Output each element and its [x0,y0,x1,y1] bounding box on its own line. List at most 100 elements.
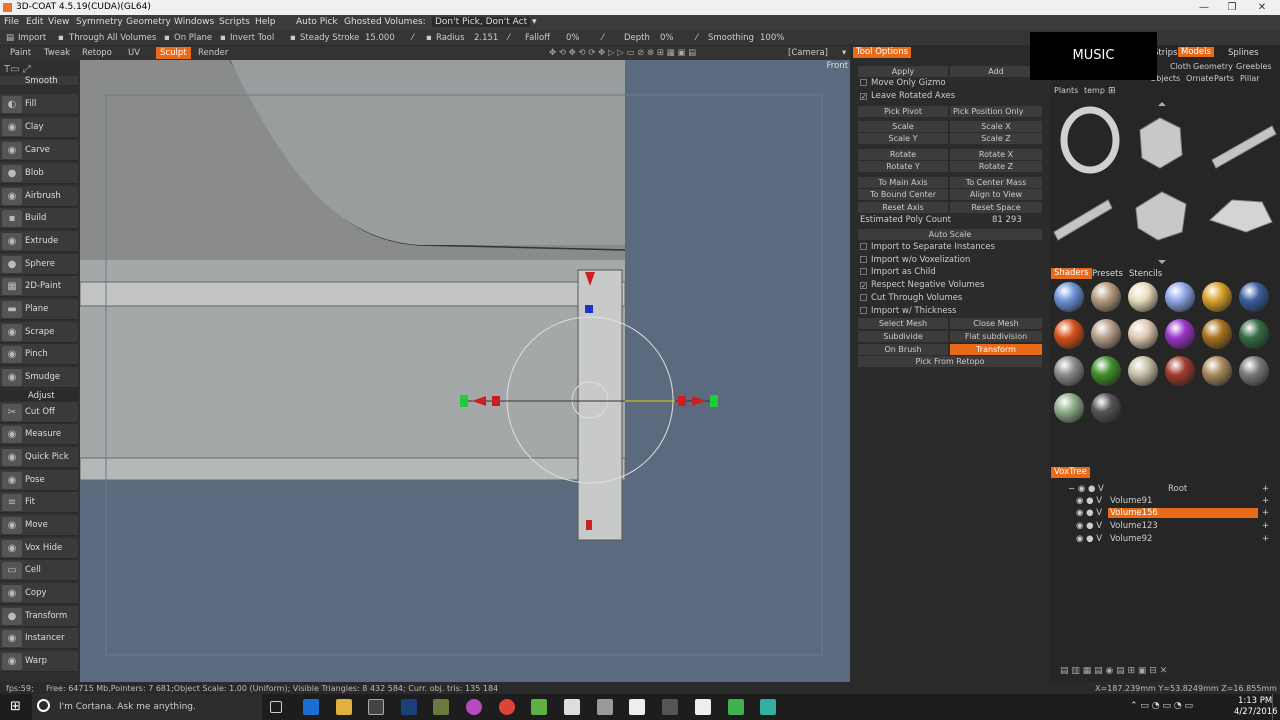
menu-edit[interactable]: Edit [26,17,43,27]
cortana-search-box[interactable]: I'm Cortana. Ask me anything. [32,694,262,720]
voxtree-item-volume91[interactable]: ◉ ● V Volume91 + [1068,496,1269,507]
app-icon-8[interactable] [760,699,776,715]
shader-swatch[interactable] [1165,282,1195,312]
lock-icon[interactable]: ▪ [426,33,432,43]
steady-stroke-value[interactable]: 15.000 [365,33,395,43]
rotate-button[interactable]: Rotate [858,149,948,160]
shader-swatch[interactable] [1091,393,1121,423]
menu-scripts[interactable]: Scripts [219,17,250,27]
system-tray-icons[interactable]: ⌃ ▭ ◔ ▭ ◔ ▭ [1130,701,1193,711]
shader-swatch[interactable] [1165,319,1195,349]
tool-quick-pick[interactable]: ◉ Quick Pick [0,447,78,468]
grid-icon[interactable]: ⊞ [1108,86,1116,96]
import-wo-vox-row[interactable]: Import w/o Voxelization [860,255,970,265]
3d-viewport[interactable]: Front [80,60,850,682]
tool-fit[interactable]: ≡ Fit [0,492,78,513]
ghost-mode-select[interactable]: Don't Pick, Don't Act [432,17,531,27]
tool-move[interactable]: ◉ Move [0,515,78,536]
room-retopo[interactable]: Retopo [78,47,116,59]
section-adjust[interactable]: Adjust [0,390,78,401]
itunes-icon[interactable] [466,699,482,715]
import-button[interactable]: Import [18,33,46,43]
app-icon-5[interactable] [662,699,678,715]
subtab-ornate[interactable]: Ornate [1186,74,1213,83]
radius-value[interactable]: 2.151 [474,33,498,43]
scale-z-button[interactable]: Scale Z [950,133,1042,144]
app-icon-6[interactable] [695,699,711,715]
show-desktop-button[interactable] [1272,694,1276,720]
rotate-x-button[interactable]: Rotate X [950,149,1042,160]
checkbox-checked-icon[interactable]: ✓ [860,93,867,101]
room-sculpt[interactable]: Sculpt [156,47,191,59]
menu-file[interactable]: File [4,17,19,27]
3dcoat-icon[interactable] [531,699,547,715]
tool-extrude[interactable]: ◉ Extrude [0,231,78,252]
flat-subdivision-button[interactable]: Flat subdivision [950,331,1042,342]
on-plane-checkbox[interactable]: ▪ [164,33,170,43]
subtab-greebles[interactable]: Greebles [1236,62,1272,71]
windows-start-icon[interactable]: ⊞ [10,699,21,714]
shader-swatch[interactable] [1239,319,1269,349]
voxtree-item-volume156[interactable]: ◉ ● V Volume156 + [1068,508,1269,519]
minimize-button[interactable]: — [1190,1,1218,14]
auto-scale-button[interactable]: Auto Scale [858,229,1042,240]
voxtree-row-icons[interactable]: − ◉ ● V [1068,484,1104,494]
voxtree-toolbar-icons[interactable]: ▤ ▥ ▦ ▤ ◉ ▤ ⊞ ▣ ⊟ ✕ [1060,666,1167,676]
room-tweak[interactable]: Tweak [40,47,74,59]
move-only-gizmo-row[interactable]: Move Only Gizmo [860,78,946,88]
import-as-child-row[interactable]: Import as Child [860,267,936,277]
subtab-geometry[interactable]: Geometry [1193,62,1233,71]
app-icon-3[interactable] [597,699,613,715]
scale-y-button[interactable]: Scale Y [858,133,948,144]
import-separate-row[interactable]: Import to Separate Instances [860,242,995,252]
tool-sphere[interactable]: ● Sphere [0,254,78,275]
tool-smooth[interactable]: Smooth [0,76,78,86]
edge-icon[interactable] [303,699,319,715]
tool-pinch[interactable]: ◉ Pinch [0,344,78,365]
shader-swatch[interactable] [1054,319,1084,349]
tool-header-icons[interactable]: T▭ ⤢ [4,64,31,75]
voxtree-item-volume123[interactable]: ◉ ● V Volume123 + [1068,521,1269,532]
tool-clay[interactable]: ◉ Clay [0,117,78,138]
checkbox-icon[interactable] [860,243,867,250]
voxtree-row-icons[interactable]: ◉ ● V [1076,508,1102,518]
voxtree-item-volume92[interactable]: ◉ ● V Volume92 + [1068,534,1269,545]
tool-build[interactable]: ▪ Build [0,208,78,229]
on-brush-button[interactable]: On Brush [858,344,948,355]
room-paint[interactable]: Paint [6,47,35,59]
depth-value[interactable]: 0% [660,33,674,43]
pick-from-retopo-button[interactable]: Pick From Retopo [858,356,1042,367]
add-icon[interactable]: + [1262,508,1269,518]
subtab-plants[interactable]: Plants [1054,86,1078,95]
tool-options-tab[interactable]: Tool Options [853,47,912,58]
reset-space-button[interactable]: Reset Space [950,202,1042,213]
scale-x-button[interactable]: Scale X [950,121,1042,132]
shader-swatch[interactable] [1054,393,1084,423]
menu-view[interactable]: View [48,17,69,27]
checkbox-icon[interactable] [860,256,867,263]
to-main-axis-button[interactable]: To Main Axis [858,177,948,188]
shader-swatch[interactable] [1091,356,1121,386]
leave-rotated-axes-row[interactable]: ✓ Leave Rotated Axes [860,91,955,101]
tool-scrape[interactable]: ◉ Scrape [0,322,78,343]
cut-through-row[interactable]: Cut Through Volumes [860,293,962,303]
tool-plane[interactable]: ▬ Plane [0,299,78,320]
shader-swatch[interactable] [1239,356,1269,386]
task-view-icon[interactable] [270,701,282,713]
voxtree-row-icons[interactable]: ◉ ● V [1076,534,1102,544]
app-icon-4[interactable] [629,699,645,715]
checkbox-icon[interactable] [860,79,867,86]
view-navigation-icons[interactable]: ✥ ⟲ ✥ ⟲ ⟳ ✥ ▷ ▷ ▭ ⊘ ⊗ ⊞ ▦ ▣ ▤ [545,47,700,59]
subdivide-button[interactable]: Subdivide [858,331,948,342]
tool-smudge[interactable]: ◉ Smudge [0,367,78,388]
tool-fill[interactable]: ◐ Fill [0,94,78,115]
pick-pivot-button[interactable]: Pick Pivot [858,106,948,117]
voxtree-row-icons[interactable]: ◉ ● V [1076,521,1102,531]
shader-swatch[interactable] [1202,319,1232,349]
tool-blob[interactable]: ● Blob [0,163,78,184]
apply-button[interactable]: Apply [858,66,948,77]
chevron-down-icon[interactable]: ▾ [532,17,537,27]
tab-shaders[interactable]: Shaders [1051,268,1092,279]
rotate-y-button[interactable]: Rotate Y [858,161,948,172]
tool-pose[interactable]: ◉ Pose [0,470,78,491]
